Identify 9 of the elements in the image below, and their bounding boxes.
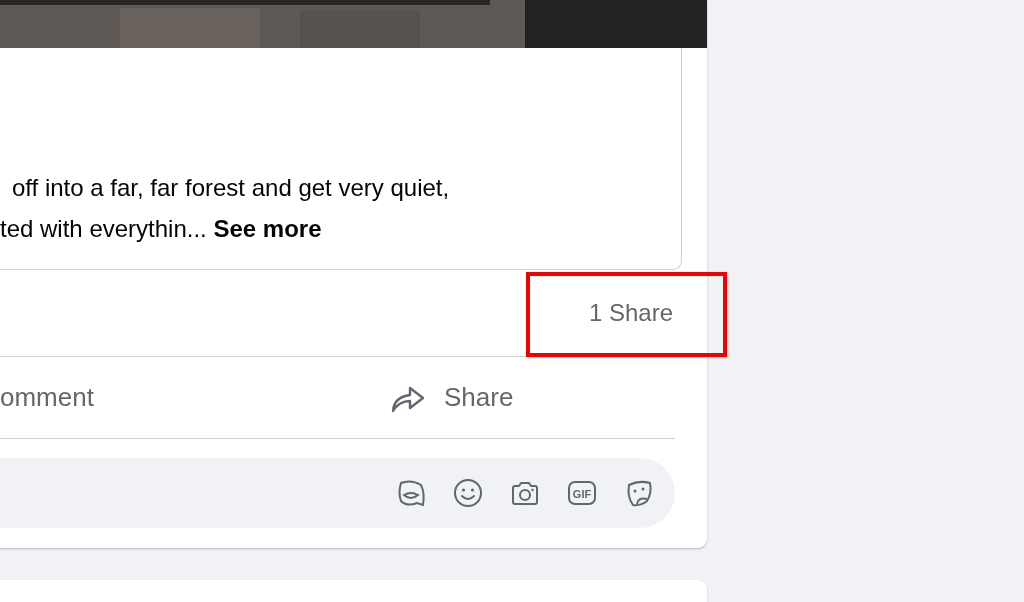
comment-button[interactable]: omment: [0, 382, 390, 413]
post-text-line: off into a far, far forest and get very quiet,: [12, 174, 450, 201]
comment-field[interactable]: GIF: [0, 458, 675, 528]
share-count[interactable]: 1 Share: [588, 299, 673, 327]
see-more-link[interactable]: See more: [213, 215, 322, 243]
emoji-icon[interactable]: [452, 477, 484, 509]
post-text-line: ted with everythin...: [0, 215, 207, 242]
share-button[interactable]: Share: [390, 381, 514, 414]
avatar-sticker-icon[interactable]: [395, 477, 427, 509]
